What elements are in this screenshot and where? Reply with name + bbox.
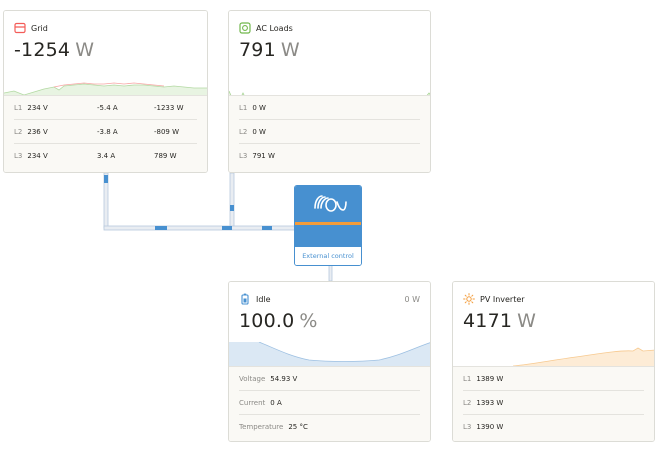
pv-inverter-card[interactable]: PV Inverter 4171 W L1 1389 W L2 1393 W L3 13… [452, 281, 655, 442]
ac-loads-icon [239, 22, 251, 34]
inverter-mode-label: External control [295, 247, 361, 265]
grid-row-l3: L3 234 V 3.4 A 789 W [14, 152, 177, 160]
grid-icon [14, 22, 26, 34]
ac-loads-title: AC Loads [256, 23, 293, 33]
ac-loads-row-l2: L2 0 W [239, 120, 420, 144]
grid-card[interactable]: Grid -1254 W L1 234 V -5.4 A -1233 W L2 236 … [3, 10, 208, 173]
pv-row-l1: L1 1389 W [463, 367, 644, 391]
ac-loads-power-value: 791 W [239, 39, 300, 61]
grid-phase-table: L1 234 V -5.4 A -1233 W L2 236 V -3.8 A -809… [4, 95, 207, 172]
pv-inverter-phase-table: L1 1389 W L2 1393 W L3 1390 W [453, 366, 654, 441]
battery-row-temperature: Temperature 25 °C [239, 423, 308, 431]
grid-title: Grid [31, 23, 48, 33]
pv-inverter-power-value: 4171 W [463, 310, 537, 332]
ac-loads-row-l1: L1 0 W [239, 96, 420, 120]
battery-details-table: Voltage 54.93 V Current 0 A Temperature 25 … [229, 366, 430, 441]
inverter-charger-tile[interactable]: External control [294, 185, 362, 266]
victron-logo-icon [314, 195, 347, 212]
ac-loads-row-l3: L3 791 W [239, 152, 275, 160]
ac-loads-card[interactable]: AC Loads 791 W L1 0 W L2 0 W L3 791 W [228, 10, 431, 173]
inverter-status-area [295, 225, 361, 249]
ac-loads-phase-table: L1 0 W L2 0 W L3 791 W [229, 95, 430, 172]
pv-row-l3: L3 1390 W [463, 423, 504, 431]
battery-row-voltage: Voltage 54.93 V [239, 367, 420, 391]
sun-icon [463, 293, 475, 305]
grid-power-value: -1254 W [14, 39, 95, 61]
grid-row-l1: L1 234 V -5.4 A -1233 W [14, 96, 197, 120]
battery-row-current: Current 0 A [239, 391, 420, 415]
pv-inverter-title: PV Inverter [480, 294, 525, 304]
battery-power: 0 W [404, 294, 420, 304]
battery-icon [241, 293, 249, 305]
pv-row-l2: L2 1393 W [463, 391, 644, 415]
battery-state: Idle [256, 294, 271, 304]
battery-card[interactable]: Idle 0 W 100.0% Voltage 54.93 V Current 0 … [228, 281, 431, 442]
grid-row-l2: L2 236 V -3.8 A -809 W [14, 120, 197, 144]
inverter-logo-area [295, 186, 361, 222]
battery-soc-value: 100.0% [239, 310, 318, 332]
